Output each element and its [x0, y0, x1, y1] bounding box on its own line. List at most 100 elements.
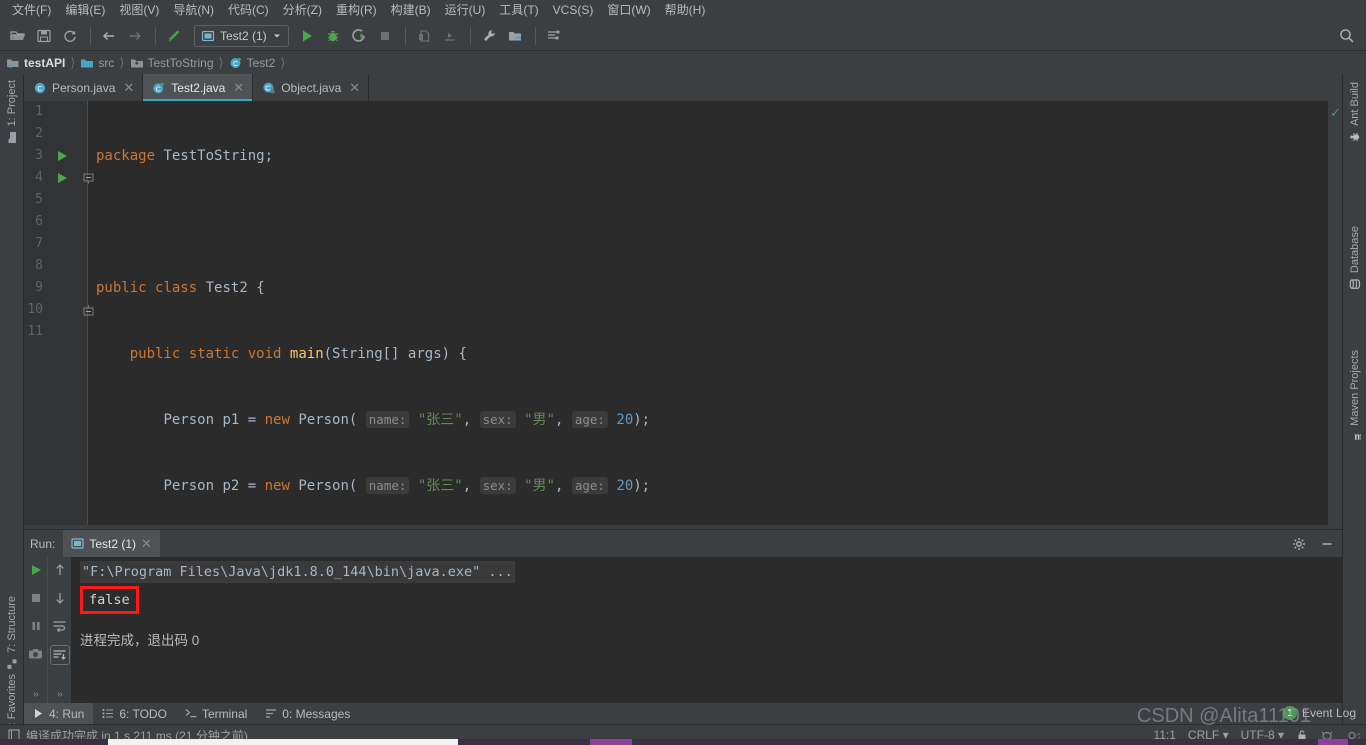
run-panel-toolbar: » » [24, 557, 72, 704]
taskbar-window-item[interactable] [108, 739, 458, 745]
token-string: "张三" [417, 412, 463, 428]
left-tool-window-stripe: 1: Project 7: Structure 2: Favorites [0, 74, 24, 745]
line-number: 4 [35, 170, 43, 185]
token-string: "张三" [417, 478, 463, 494]
run-config-name: Test2 (1) [220, 28, 267, 43]
inspection-ok-icon[interactable]: ✓ [1330, 105, 1341, 121]
close-icon[interactable]: ✕ [123, 80, 134, 96]
console-exit-line: 进程完成，退出码 0 [80, 633, 200, 648]
svg-text:C: C [266, 83, 272, 92]
breadcrumb-item-class[interactable]: C Test2 [229, 56, 278, 70]
run-session-tab[interactable]: Test2 (1) ✕ [63, 530, 160, 557]
sidebar-item-project[interactable]: 1: Project [0, 76, 24, 147]
menu-item-view[interactable]: 视图(V) [112, 0, 166, 21]
pause-icon[interactable] [27, 617, 45, 635]
sidebar-item-structure[interactable]: 7: Structure [0, 592, 24, 674]
stop-button[interactable] [373, 24, 397, 48]
line-number: 10 [27, 302, 43, 317]
soft-wrap-icon[interactable] [51, 617, 69, 635]
menu-item-file[interactable]: 文件(F) [5, 0, 58, 21]
sidebar-item-database[interactable]: Database [1343, 222, 1366, 294]
sidebar-label: Ant Build [1349, 82, 1361, 127]
menu-item-vcs[interactable]: VCS(S) [546, 0, 601, 21]
code-line-4: public static void main(String[] args) { [88, 343, 1328, 365]
sidebar-item-maven-projects[interactable]: m Maven Projects [1343, 346, 1366, 447]
taskbar-accent-item[interactable] [590, 739, 632, 745]
expand-more-icon[interactable]: » [57, 689, 63, 700]
line-number: 7 [35, 236, 43, 251]
menu-item-navigate[interactable]: 导航(N) [166, 0, 221, 21]
editor-tab-test2[interactable]: C Test2.java ✕ [143, 74, 254, 101]
close-icon[interactable]: ✕ [349, 80, 360, 96]
attach-profiler-icon[interactable] [412, 24, 436, 48]
editor-tab-person[interactable]: C Person.java ✕ [24, 74, 144, 101]
minimize-icon[interactable] [1320, 537, 1334, 551]
breadcrumb-item-src[interactable]: src [80, 56, 116, 70]
build-hammer-icon[interactable] [162, 24, 186, 48]
run-panel-header-actions [1292, 530, 1334, 557]
editor-tab-object[interactable]: C Object.java ✕ [253, 74, 370, 101]
event-log-button[interactable]: 1 Event Log [1282, 706, 1356, 720]
bottom-item-terminal[interactable]: Terminal [176, 703, 256, 724]
open-folder-icon[interactable] [6, 24, 30, 48]
console-output[interactable]: "F:\Program Files\Java\jdk1.8.0_144\bin\… [72, 557, 1342, 704]
token-keyword: public [96, 280, 147, 296]
menu-item-tools[interactable]: 工具(T) [492, 0, 545, 21]
breadcrumb-item-module[interactable]: testAPI [6, 56, 67, 70]
menu-item-refactor[interactable]: 重构(R) [329, 0, 384, 21]
code-text[interactable]: package TestToString; public class Test2… [88, 101, 1328, 525]
run-configuration-selector[interactable]: Test2 (1) [194, 24, 289, 47]
sync-refresh-icon[interactable] [58, 24, 82, 48]
menu-item-build[interactable]: 构建(B) [384, 0, 438, 21]
bottom-item-todo[interactable]: 6: TODO [93, 703, 176, 724]
debug-button[interactable] [321, 24, 345, 48]
up-arrow-icon[interactable] [51, 561, 69, 579]
line-number: 5 [35, 192, 43, 207]
breadcrumb-separator: ⟩ [280, 55, 286, 70]
sdk-manager-icon[interactable] [542, 24, 566, 48]
back-arrow-icon[interactable] [97, 24, 121, 48]
save-all-icon[interactable] [32, 24, 56, 48]
gear-icon[interactable] [1292, 537, 1306, 551]
editor-marker-bar[interactable]: ✓ [1328, 101, 1342, 525]
run-with-coverage-button[interactable] [347, 24, 371, 48]
expand-more-icon[interactable]: » [33, 689, 39, 700]
down-arrow-icon[interactable] [51, 589, 69, 607]
breadcrumb-separator: ⟩ [218, 55, 224, 70]
menu-item-window[interactable]: 窗口(W) [600, 0, 657, 21]
code-editor[interactable]: 1 2 3 4 5 6 7 8 9 10 11 package TestToSt… [24, 101, 1342, 525]
run-panel-body: » » "F:\Program Files\Java\jdk1.8.0_144\… [24, 557, 1342, 704]
stop-icon[interactable] [27, 589, 45, 607]
close-icon[interactable]: ✕ [141, 536, 152, 552]
gutter-run-class-icon[interactable] [57, 145, 69, 167]
package-icon [130, 59, 143, 68]
gutter-run-method-icon[interactable] [57, 167, 69, 189]
sidebar-label: 7: Structure [6, 596, 18, 653]
menu-item-analyze[interactable]: 分析(Z) [276, 0, 329, 21]
rerun-icon[interactable] [27, 561, 45, 579]
taskbar-accent-item-2[interactable] [1318, 739, 1348, 745]
run-session-label: Test2 (1) [89, 536, 137, 551]
breadcrumb-item-package[interactable]: TestToString [130, 56, 216, 70]
menu-item-code[interactable]: 代码(C) [221, 0, 276, 21]
menu-item-run[interactable]: 运行(U) [438, 0, 493, 21]
run-button[interactable] [295, 24, 319, 48]
project-structure-icon[interactable] [503, 24, 527, 48]
profiler-icon[interactable] [438, 24, 462, 48]
screenshot-icon[interactable] [27, 645, 45, 663]
editor-gutter[interactable]: 1 2 3 4 5 6 7 8 9 10 11 [24, 101, 93, 525]
scroll-to-end-icon[interactable] [49, 645, 70, 665]
search-icon[interactable] [1338, 27, 1356, 45]
chevron-down-icon [273, 34, 280, 37]
settings-wrench-icon[interactable] [477, 24, 501, 48]
token-params: (String[] args) { [323, 346, 467, 362]
sidebar-item-ant-build[interactable]: Ant Build [1343, 78, 1366, 147]
run-toolbar-col-right: » [47, 557, 71, 704]
menu-item-help[interactable]: 帮助(H) [658, 0, 713, 21]
forward-arrow-icon[interactable] [123, 24, 147, 48]
bottom-item-messages[interactable]: 0: Messages [256, 703, 359, 724]
run-tool-window: Run: Test2 (1) ✕ » » "F:\Program Files\J… [24, 529, 1342, 704]
menu-item-edit[interactable]: 编辑(E) [58, 0, 112, 21]
close-icon[interactable]: ✕ [233, 80, 244, 96]
bottom-item-run[interactable]: 4: Run [24, 703, 94, 724]
